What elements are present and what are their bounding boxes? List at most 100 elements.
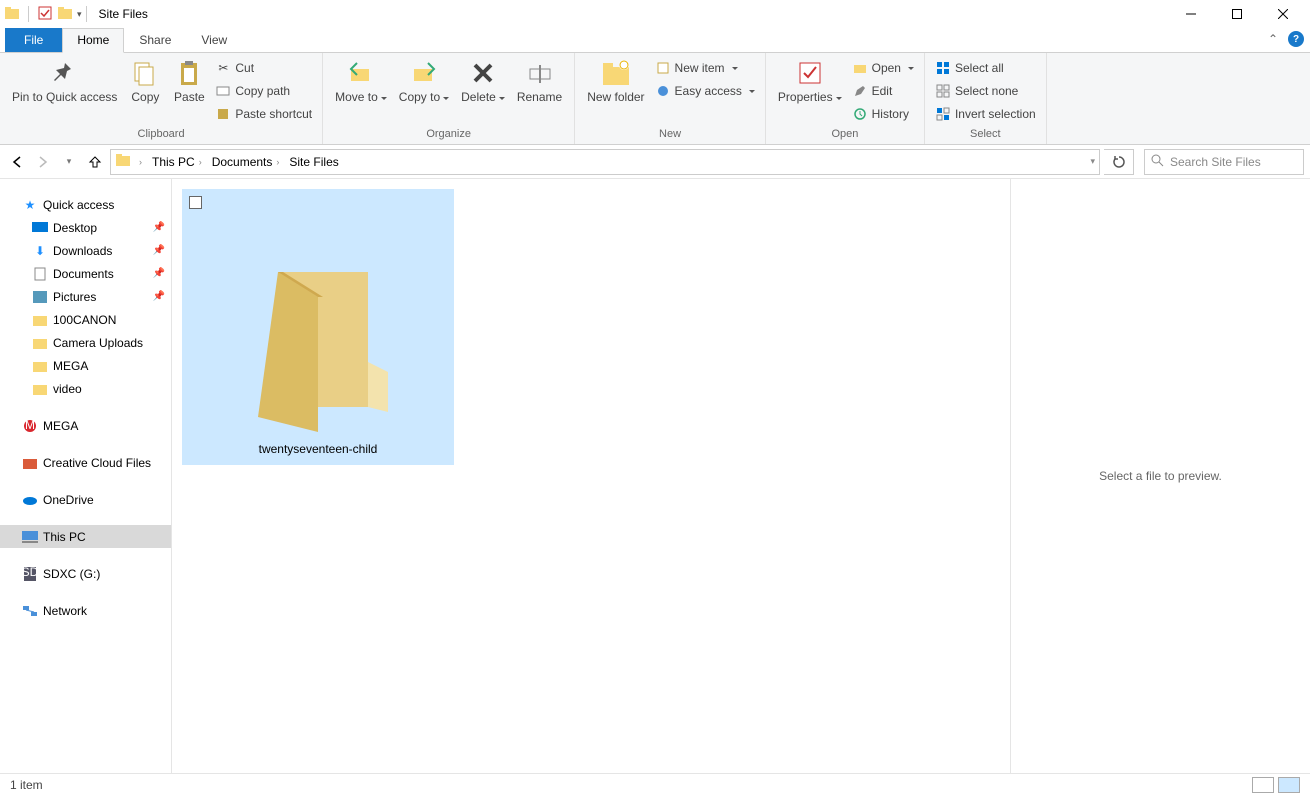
paste-label: Paste <box>174 91 205 104</box>
ribbon-group-organize: Move to Copy to Delete Rename Organize <box>323 53 575 144</box>
ribbon-tabs: File Home Share View ⌃ ? <box>0 28 1310 53</box>
tree-sdxc[interactable]: SDSDXC (G:) <box>0 562 171 585</box>
paste-shortcut-button[interactable]: Paste shortcut <box>211 104 316 124</box>
easy-access-button[interactable]: Easy access <box>651 81 759 101</box>
paste-icon <box>173 57 205 89</box>
content-pane[interactable]: twentyseventeen-child <box>172 179 1010 773</box>
pin-icon: 📌 <box>153 222 165 233</box>
tree-network[interactable]: Network <box>0 599 171 622</box>
breadcrumb-this-pc[interactable]: This PC› <box>150 155 208 169</box>
tree-100canon[interactable]: 100CANON <box>0 308 171 331</box>
qat-folder-icon <box>4 5 20 24</box>
tree-this-pc[interactable]: This PC <box>0 525 171 548</box>
ribbon-group-select: Select all Select none Invert selection … <box>925 53 1047 144</box>
tab-view[interactable]: View <box>186 28 242 52</box>
pin-icon: 📌 <box>153 291 165 302</box>
qat-newfolder-icon[interactable] <box>57 5 73 24</box>
edit-button[interactable]: Edit <box>848 81 918 101</box>
pin-icon: 📌 <box>153 245 165 256</box>
properties-icon <box>794 57 826 89</box>
invert-selection-button[interactable]: Invert selection <box>931 104 1040 124</box>
folder-icon <box>32 358 48 374</box>
minimize-button[interactable] <box>1168 0 1214 28</box>
folder-icon <box>32 312 48 328</box>
history-button[interactable]: History <box>848 104 918 124</box>
status-item-count: 1 item <box>10 778 43 792</box>
tree-creative-cloud[interactable]: Creative Cloud Files <box>0 451 171 474</box>
creative-cloud-icon <box>22 455 38 471</box>
delete-icon <box>467 57 499 89</box>
documents-icon <box>32 266 48 282</box>
copy-label: Copy <box>131 91 159 104</box>
nav-up-button[interactable] <box>84 150 106 174</box>
move-to-button[interactable]: Move to <box>329 55 393 106</box>
cut-button[interactable]: ✂Cut <box>211 58 316 78</box>
item-checkbox[interactable] <box>189 196 202 209</box>
rename-button[interactable]: Rename <box>511 55 568 106</box>
tree-mega[interactable]: MMEGA <box>0 414 171 437</box>
navigation-bar: ▾ › This PC› Documents› Site Files ▾ Sea… <box>0 145 1310 179</box>
qat-separator-2 <box>86 6 87 22</box>
tab-home[interactable]: Home <box>62 28 124 53</box>
maximize-button[interactable] <box>1214 0 1260 28</box>
navigation-tree: ★Quick access Desktop📌 ⬇Downloads📌 Docum… <box>0 179 172 773</box>
new-item-button[interactable]: New item <box>651 58 759 78</box>
properties-button[interactable]: Properties <box>772 55 848 106</box>
network-icon <box>22 603 38 619</box>
ribbon-group-clipboard: Pin to Quick access Copy Paste ✂Cut Copy… <box>0 53 323 144</box>
tree-onedrive[interactable]: OneDrive <box>0 488 171 511</box>
address-bar[interactable]: › This PC› Documents› Site Files ▾ <box>110 149 1100 175</box>
tree-pictures[interactable]: Pictures📌 <box>0 285 171 308</box>
copy-to-button[interactable]: Copy to <box>393 55 455 106</box>
new-folder-button[interactable]: New folder <box>581 55 650 106</box>
tree-camera-uploads[interactable]: Camera Uploads <box>0 331 171 354</box>
address-folder-icon <box>115 152 131 171</box>
status-bar: 1 item <box>0 773 1310 795</box>
move-to-icon <box>345 57 377 89</box>
large-folder-icon <box>228 252 408 412</box>
breadcrumb-site-files[interactable]: Site Files <box>287 155 340 169</box>
select-all-icon <box>935 60 951 76</box>
tree-documents[interactable]: Documents📌 <box>0 262 171 285</box>
open-button[interactable]: Open <box>848 58 918 78</box>
refresh-button[interactable] <box>1104 149 1134 175</box>
ribbon-group-open: Properties Open Edit History Open <box>766 53 925 144</box>
select-none-button[interactable]: Select none <box>931 81 1040 101</box>
preview-empty-text: Select a file to preview. <box>1099 469 1222 483</box>
address-dropdown-icon[interactable]: ▾ <box>1090 156 1095 167</box>
nav-forward-button[interactable] <box>32 150 54 174</box>
tab-file[interactable]: File <box>5 28 62 52</box>
search-input[interactable]: Search Site Files <box>1144 149 1304 175</box>
tree-downloads[interactable]: ⬇Downloads📌 <box>0 239 171 262</box>
new-folder-icon <box>600 57 632 89</box>
close-button[interactable] <box>1260 0 1306 28</box>
tree-quick-access[interactable]: ★Quick access <box>0 193 171 216</box>
select-group-label: Select <box>931 128 1040 144</box>
nav-recent-dropdown[interactable]: ▾ <box>58 150 80 174</box>
tree-video[interactable]: video <box>0 377 171 400</box>
edit-icon <box>852 83 868 99</box>
view-details-button[interactable] <box>1252 777 1274 793</box>
collapse-ribbon-icon[interactable]: ⌃ <box>1268 32 1278 46</box>
copy-path-button[interactable]: Copy path <box>211 81 316 101</box>
tab-share[interactable]: Share <box>124 28 186 52</box>
delete-button[interactable]: Delete <box>455 55 511 106</box>
open-icon <box>852 60 868 76</box>
tree-desktop[interactable]: Desktop📌 <box>0 216 171 239</box>
nav-back-button[interactable] <box>6 150 28 174</box>
tree-mega-folder[interactable]: MEGA <box>0 354 171 377</box>
pin-quick-access-button[interactable]: Pin to Quick access <box>6 55 123 106</box>
select-all-button[interactable]: Select all <box>931 58 1040 78</box>
help-icon[interactable]: ? <box>1288 31 1304 47</box>
breadcrumb-documents[interactable]: Documents› <box>210 155 286 169</box>
this-pc-icon <box>22 529 38 545</box>
folder-item[interactable]: twentyseventeen-child <box>182 189 454 465</box>
select-none-icon <box>935 83 951 99</box>
paste-button[interactable]: Paste <box>167 55 211 106</box>
copy-button[interactable]: Copy <box>123 55 167 106</box>
view-thumbnails-button[interactable] <box>1278 777 1300 793</box>
qat-dropdown-icon[interactable]: ▾ <box>77 9 82 20</box>
search-placeholder: Search Site Files <box>1170 155 1261 169</box>
svg-text:SD: SD <box>24 567 36 579</box>
qat-properties-icon[interactable] <box>37 5 53 24</box>
